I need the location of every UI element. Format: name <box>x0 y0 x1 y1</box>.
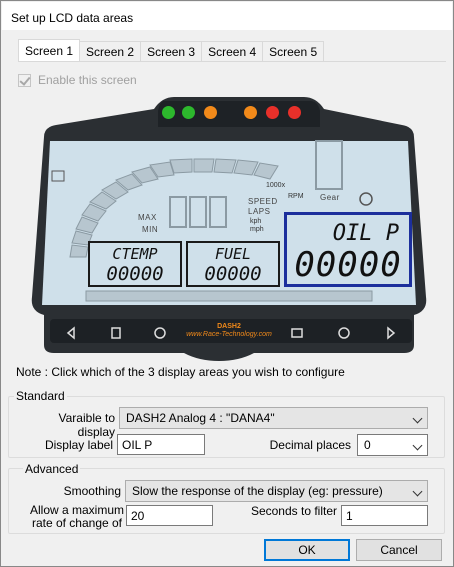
shift-light-green-2 <box>182 106 195 119</box>
display-area-3-label: OIL P <box>332 221 399 246</box>
display-area-3-value: 00000 <box>294 245 402 285</box>
smoothing-label: Smoothing <box>63 484 121 498</box>
shift-light-red-2 <box>288 106 301 119</box>
configure-note: Note : Click which of the 3 display area… <box>16 365 345 379</box>
screen-tabs: Screen 1 Screen 2 Screen 3 Screen 4 Scre… <box>18 39 325 61</box>
brand-logo: DASH2 www.Race-Technology.com <box>184 323 274 339</box>
smoothing-select[interactable]: Slow the response of the display (eg: pr… <box>125 480 428 502</box>
variable-select[interactable]: DASH2 Analog 4 : "DANA4" <box>119 407 428 429</box>
lcd-word-min: MIN <box>142 225 159 234</box>
max-rate-label-line-2: rate of change of <box>31 516 123 530</box>
display-label-label: Display label <box>44 438 113 452</box>
seconds-to-filter-label: Seconds to filter <box>250 504 337 518</box>
lcd-word-laps: LAPS <box>248 207 271 216</box>
shift-light-red-1 <box>266 106 279 119</box>
lcd-word-speed: SPEED <box>248 197 278 206</box>
display-area-2[interactable]: FUEL 00000 <box>186 241 280 287</box>
smoothing-select-value: Slow the response of the display (eg: pr… <box>132 484 383 498</box>
tab-screen-5[interactable]: Screen 5 <box>262 41 325 61</box>
shift-light-green-1 <box>162 106 175 119</box>
chevron-down-icon <box>412 440 423 451</box>
standard-group-title: Standard <box>14 389 67 403</box>
shift-light-orange-1 <box>204 106 217 119</box>
lcd-word-rpm: RPM <box>288 193 304 200</box>
title-bar: Set up LCD data areas <box>2 2 452 30</box>
chevron-down-icon <box>412 413 423 424</box>
brand-site: www.Race-Technology.com <box>186 331 272 338</box>
brand-name: DASH2 <box>217 323 241 330</box>
chevron-down-icon <box>412 486 423 497</box>
tab-screen-2[interactable]: Screen 2 <box>79 41 142 61</box>
advanced-group-title: Advanced <box>23 462 81 476</box>
window-title: Set up LCD data areas <box>11 11 134 25</box>
lcd-word-gear: Gear <box>320 193 340 202</box>
decimal-places-label: Decimal places <box>269 438 351 452</box>
variable-select-value: DASH2 Analog 4 : "DANA4" <box>126 411 275 425</box>
lcd-word-max: MAX <box>138 213 157 222</box>
lcd-word-kph: kph <box>250 218 262 225</box>
max-rate-label: Allow a maximum rate of change of <box>29 504 125 530</box>
cancel-button[interactable]: Cancel <box>356 539 442 561</box>
tab-screen-3[interactable]: Screen 3 <box>140 41 203 61</box>
display-area-1-label: CTEMP <box>112 245 158 263</box>
max-rate-input[interactable] <box>126 505 213 526</box>
tab-panel <box>18 61 446 62</box>
tab-screen-1[interactable]: Screen 1 <box>18 39 81 61</box>
decimal-places-value: 0 <box>364 438 371 452</box>
tab-screen-4[interactable]: Screen 4 <box>201 41 264 61</box>
display-area-1-value: 00000 <box>106 263 164 285</box>
display-area-1[interactable]: CTEMP 00000 <box>88 241 182 287</box>
enable-screen-label: Enable this screen <box>38 73 137 87</box>
lcd-word-rpm-x: 1000x <box>266 182 286 189</box>
shift-light-orange-2 <box>244 106 257 119</box>
display-area-3[interactable]: OIL P 00000 <box>284 212 412 287</box>
seconds-to-filter-input[interactable] <box>341 505 428 526</box>
decimal-places-select[interactable]: 0 <box>357 434 428 456</box>
display-label-input[interactable] <box>117 434 205 455</box>
ok-button[interactable]: OK <box>264 539 350 561</box>
dash-display: MAX MIN SPEED LAPS kph mph 1000x RPM Gea… <box>14 97 444 361</box>
display-area-2-value: 00000 <box>204 263 262 285</box>
enable-screen-row: Enable this screen <box>18 73 137 87</box>
lcd-word-mph: mph <box>250 226 264 233</box>
enable-screen-checkbox[interactable] <box>18 73 31 87</box>
variable-label: Varaible to display <box>58 411 115 439</box>
display-area-2-label: FUEL <box>214 245 252 263</box>
dialog-window: Set up LCD data areas Screen 1 Screen 2 … <box>0 0 454 567</box>
